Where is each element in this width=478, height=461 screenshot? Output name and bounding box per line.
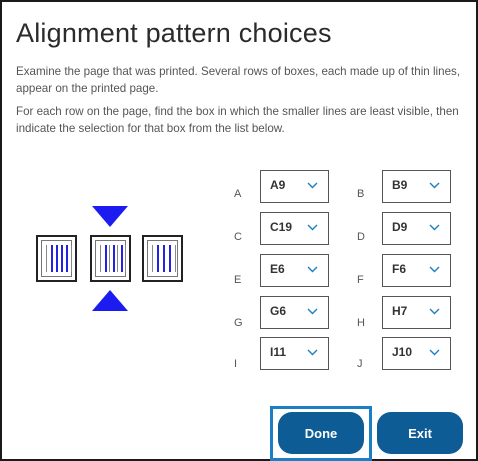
select-row-i-value: I11 <box>270 345 287 359</box>
select-row-g-value: G6 <box>270 304 287 318</box>
row-label-b: B <box>357 188 365 200</box>
chevron-down-icon <box>429 308 440 315</box>
select-row-i[interactable]: I11 <box>260 337 329 370</box>
select-row-d[interactable]: D9 <box>382 212 451 245</box>
select-row-e[interactable]: E6 <box>260 254 329 287</box>
page-title: Alignment pattern choices <box>16 18 332 48</box>
select-row-a-value: A9 <box>270 178 286 192</box>
chevron-down-icon <box>307 266 318 273</box>
exit-button[interactable]: Exit <box>377 412 463 454</box>
row-label-i: I <box>234 358 238 370</box>
chevron-down-icon <box>307 224 318 231</box>
select-row-h-value: H7 <box>392 304 408 318</box>
select-row-c[interactable]: C19 <box>260 212 329 245</box>
select-row-j-value: J10 <box>392 345 413 359</box>
row-label-a: A <box>234 188 242 200</box>
row-label-d: D <box>357 231 365 243</box>
select-row-e-value: E6 <box>270 262 285 276</box>
row-label-j: J <box>357 358 363 370</box>
chevron-down-icon <box>307 349 318 356</box>
instructions-paragraph-1: Examine the page that was printed. Sever… <box>16 65 461 95</box>
row-label-c: C <box>234 231 242 243</box>
chevron-down-icon <box>429 224 440 231</box>
chevron-down-icon <box>429 266 440 273</box>
row-label-g: G <box>234 317 243 329</box>
arrow-up-marker-icon <box>92 290 128 311</box>
select-row-g[interactable]: G6 <box>260 296 329 329</box>
chevron-down-icon <box>307 308 318 315</box>
arrow-down-marker-icon <box>92 206 128 227</box>
pattern-box-center <box>90 235 131 282</box>
select-row-b[interactable]: B9 <box>382 170 451 203</box>
done-button[interactable]: Done <box>278 412 364 454</box>
select-row-d-value: D9 <box>392 220 408 234</box>
instructions-paragraph-2: For each row on the page, find the box i… <box>16 105 459 135</box>
select-row-j[interactable]: J10 <box>382 337 451 370</box>
dialog-frame: Alignment pattern choices Examine the pa… <box>0 0 478 461</box>
row-label-f: F <box>357 274 364 286</box>
select-row-f[interactable]: F6 <box>382 254 451 287</box>
pattern-box-left <box>36 235 77 282</box>
select-row-h[interactable]: H7 <box>382 296 451 329</box>
pattern-box-right <box>142 235 183 282</box>
chevron-down-icon <box>307 182 318 189</box>
row-label-h: H <box>357 317 365 329</box>
chevron-down-icon <box>429 349 440 356</box>
select-row-f-value: F6 <box>392 262 407 276</box>
select-row-b-value: B9 <box>392 178 408 192</box>
chevron-down-icon <box>429 182 440 189</box>
select-row-a[interactable]: A9 <box>260 170 329 203</box>
row-label-e: E <box>234 274 242 286</box>
alignment-illustration <box>36 202 183 318</box>
select-row-c-value: C19 <box>270 220 293 234</box>
